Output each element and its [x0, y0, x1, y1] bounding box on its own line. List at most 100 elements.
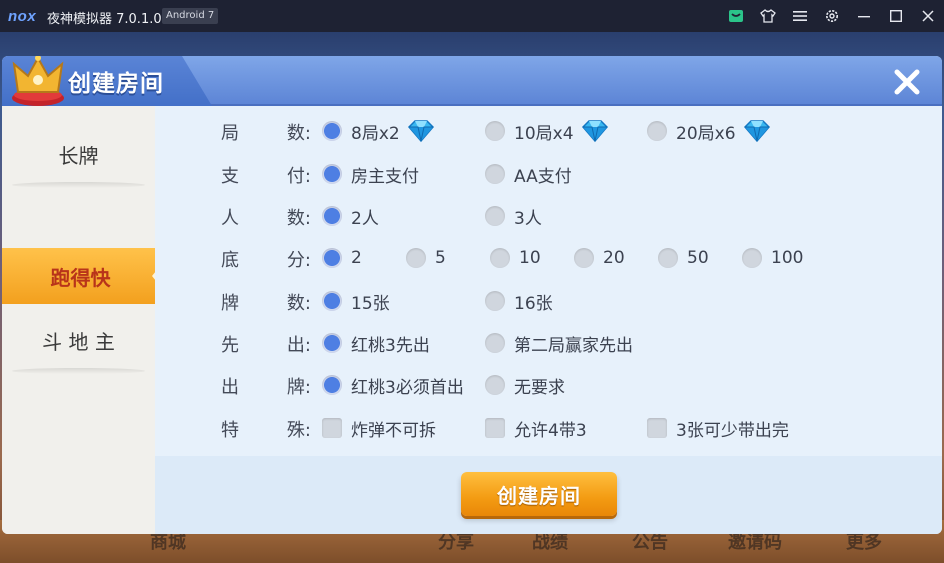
option-radio[interactable]: AA支付	[485, 161, 572, 187]
radio-selected-indicator	[322, 121, 342, 141]
diamond-icon	[407, 120, 434, 143]
option-label: 出 牌:	[221, 373, 311, 399]
option-text: 2人	[351, 208, 379, 229]
android-version-badge: Android 7	[162, 8, 219, 24]
window-title: 夜神模拟器 7.0.1.0	[47, 12, 162, 27]
nox-logo: nox	[8, 8, 37, 25]
option-text: 红桃3先出	[351, 335, 430, 356]
settings-icon[interactable]	[816, 0, 848, 32]
tab-label: 跑得快	[50, 265, 111, 290]
option-checkbox[interactable]: 炸弹不可拆	[322, 415, 436, 441]
tab-changpai[interactable]: 长牌	[2, 126, 155, 188]
radio-selected-indicator	[322, 248, 342, 268]
option-label-part: 出	[221, 377, 239, 398]
option-radio[interactable]: 10局x4	[485, 118, 610, 144]
option-text: 8局x2	[351, 123, 400, 144]
radio-selected-indicator	[322, 291, 342, 311]
option-text: 3张可少带出完	[676, 420, 789, 441]
emulator-titlebar: nox 夜神模拟器 7.0.1.0 Android 7	[0, 0, 944, 32]
option-radio[interactable]: 100	[742, 245, 803, 271]
radio-indicator	[485, 375, 505, 395]
option-radio[interactable]: 16张	[485, 288, 553, 314]
tab-label: 长牌	[58, 143, 99, 168]
option-label-part: 分:	[286, 250, 311, 271]
option-label-part: 数:	[286, 208, 311, 229]
option-radio[interactable]: 10	[490, 245, 541, 271]
option-radio[interactable]: 50	[658, 245, 709, 271]
option-label-part: 底	[221, 250, 239, 271]
option-radio[interactable]: 20	[574, 245, 625, 271]
checkbox-box	[485, 418, 505, 438]
radio-indicator	[647, 121, 667, 141]
option-label-part: 数:	[286, 293, 311, 314]
radio-indicator	[658, 248, 678, 268]
radio-selected-indicator	[322, 333, 342, 353]
option-label-part: 支	[221, 166, 239, 187]
option-text: 红桃3必须首出	[351, 377, 464, 398]
option-radio[interactable]: 20局x6	[647, 118, 772, 144]
close-icon[interactable]	[912, 0, 944, 32]
option-row: 特 殊: 炸弹不可拆 允许4带3 3张可少带出完	[155, 413, 942, 443]
tab-paodekuai[interactable]: 跑得快	[2, 248, 160, 304]
option-row: 底 分: 2 5 10 20 50 100	[155, 243, 942, 273]
create-room-button[interactable]: 创建房间	[461, 472, 617, 516]
option-row: 牌 数: 15张 16张	[155, 286, 942, 316]
radio-indicator	[574, 248, 594, 268]
option-radio[interactable]: 无要求	[485, 372, 565, 398]
option-label-part: 局	[221, 123, 239, 144]
option-text: 50	[687, 248, 709, 268]
shirt-icon[interactable]	[752, 0, 784, 32]
radio-indicator	[485, 291, 505, 311]
tab-divider	[12, 368, 145, 374]
option-radio[interactable]: 8局x2	[322, 118, 436, 144]
create-room-dialog: 创建房间 长牌 跑得快 斗 地 主 局数: 8局x2 10局x4 20局x6 支付: 房主…	[2, 56, 942, 534]
radio-selected-indicator	[322, 206, 342, 226]
option-radio[interactable]: 红桃3必须首出	[322, 372, 464, 398]
option-radio[interactable]: 房主支付	[322, 161, 419, 187]
diamond-icon	[581, 120, 608, 143]
option-text: 15张	[351, 293, 390, 314]
close-x-icon	[894, 69, 920, 95]
shop-icon[interactable]	[720, 0, 752, 32]
option-row: 人 数: 2人 3人	[155, 201, 942, 231]
option-text: 2	[351, 248, 362, 268]
dialog-close-button[interactable]	[890, 65, 924, 99]
option-checkbox[interactable]: 3张可少带出完	[647, 415, 789, 441]
diamond-icon	[743, 120, 770, 143]
tab-divider	[12, 182, 145, 188]
radio-indicator	[485, 206, 505, 226]
room-options-panel: 局数: 8局x2 10局x4 20局x6 支付: 房主支付 AA支付人数: 2人 3人底分: 2 5…	[155, 106, 942, 456]
option-text: 20局x6	[676, 123, 736, 144]
option-text: 5	[435, 248, 446, 268]
option-label-part: 殊:	[286, 420, 311, 441]
option-radio[interactable]: 3人	[485, 203, 542, 229]
option-row: 出 牌: 红桃3必须首出 无要求	[155, 370, 942, 400]
option-text: 100	[771, 248, 804, 268]
option-checkbox[interactable]: 允许4带3	[485, 415, 587, 441]
option-label-part: 特	[221, 420, 239, 441]
option-radio[interactable]: 2人	[322, 203, 379, 229]
option-radio[interactable]: 红桃3先出	[322, 330, 430, 356]
option-text: 允许4带3	[514, 420, 587, 441]
tab-doudizhu[interactable]: 斗 地 主	[2, 312, 155, 374]
option-text: 第二局赢家先出	[514, 335, 633, 356]
option-row: 支 付: 房主支付 AA支付	[155, 159, 942, 189]
menu-icon[interactable]	[784, 0, 816, 32]
option-radio[interactable]: 15张	[322, 288, 390, 314]
checkbox-box	[322, 418, 342, 438]
option-text: AA支付	[514, 166, 572, 187]
option-radio[interactable]: 2	[322, 245, 362, 271]
radio-indicator	[485, 333, 505, 353]
option-radio[interactable]: 5	[406, 245, 446, 271]
radio-indicator	[742, 248, 762, 268]
tab-label: 斗 地 主	[42, 329, 115, 354]
option-label: 人 数:	[221, 204, 311, 230]
option-label-part: 出:	[286, 335, 311, 356]
radio-indicator	[485, 121, 505, 141]
radio-selected-indicator	[322, 375, 342, 395]
game-type-sidebar: 长牌 跑得快 斗 地 主	[2, 106, 160, 534]
option-radio[interactable]: 第二局赢家先出	[485, 330, 633, 356]
maximize-icon[interactable]	[880, 0, 912, 32]
option-label: 局 数:	[221, 119, 311, 145]
minimize-icon[interactable]	[848, 0, 880, 32]
